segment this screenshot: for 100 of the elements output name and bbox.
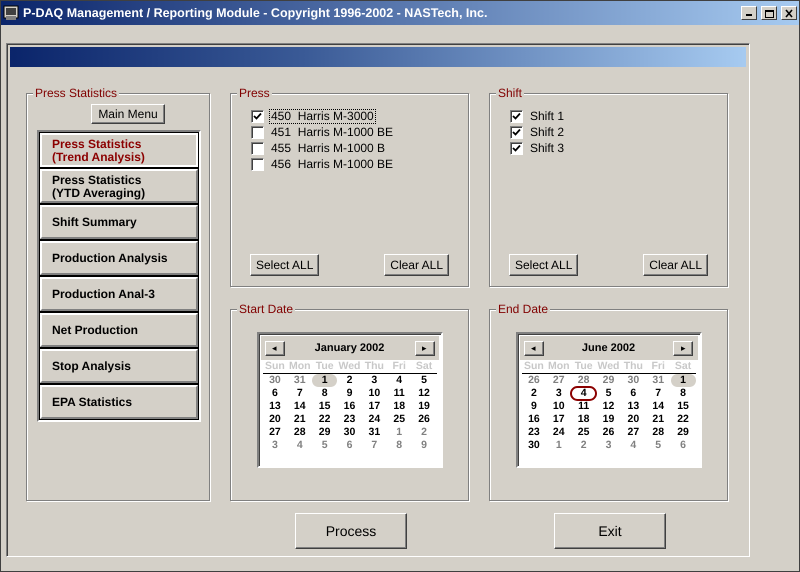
calendar-day[interactable]: 7 <box>646 387 671 400</box>
calendar-day[interactable]: 28 <box>287 426 312 439</box>
calendar-day[interactable]: 30 <box>337 426 362 439</box>
calendar-day[interactable]: 20 <box>620 413 646 426</box>
calendar-day[interactable]: 29 <box>596 374 621 387</box>
checkbox-label[interactable]: 450 Harris M-3000 <box>269 108 376 124</box>
calendar-day[interactable]: 3 <box>546 387 572 400</box>
calendar-day[interactable]: 12 <box>596 400 621 413</box>
calendar-day[interactable]: 6 <box>620 387 646 400</box>
calendar-day[interactable]: 14 <box>287 400 312 413</box>
menu-item[interactable]: Press Statistics (YTD Averaging) <box>40 169 198 203</box>
calendar-day[interactable]: 4 <box>386 374 412 387</box>
calendar-day[interactable]: 25 <box>386 413 412 426</box>
calendar-day[interactable]: 31 <box>287 374 312 387</box>
checkbox[interactable] <box>251 126 264 138</box>
calendar-day[interactable]: 3 <box>262 439 288 452</box>
calendar-day[interactable]: 8 <box>312 387 338 400</box>
calendar-day[interactable]: 13 <box>262 400 288 413</box>
calendar-day[interactable]: 22 <box>312 413 338 426</box>
calendar-day[interactable]: 10 <box>362 387 387 400</box>
calendar-day[interactable]: 11 <box>386 387 412 400</box>
select-all-button[interactable]: Select ALL <box>509 254 578 276</box>
calendar-day[interactable]: 13 <box>620 400 646 413</box>
calendar-day[interactable]: 2 <box>571 439 596 452</box>
calendar-day[interactable]: 23 <box>337 413 362 426</box>
checkbox-label[interactable]: 456 Harris M-1000 BE <box>269 156 396 172</box>
calendar-day[interactable]: 19 <box>412 400 436 413</box>
calendar-day[interactable]: 9 <box>522 400 546 413</box>
calendar-day[interactable]: 7 <box>362 439 387 452</box>
checkbox-label[interactable]: Shift 3 <box>528 140 566 156</box>
calendar-day[interactable]: 30 <box>620 374 646 387</box>
calendar-day[interactable]: 5 <box>312 439 338 452</box>
next-month-button[interactable]: ▸ <box>414 340 434 356</box>
menu-item[interactable]: EPA Statistics <box>40 385 198 419</box>
calendar-day[interactable]: 12 <box>412 387 436 400</box>
calendar-day[interactable]: 10 <box>546 400 572 413</box>
calendar-day[interactable]: 2 <box>522 387 546 400</box>
clear-all-button[interactable]: Clear ALL <box>384 254 449 276</box>
calendar-day[interactable]: 28 <box>646 426 671 439</box>
calendar-day[interactable]: 11 <box>571 400 596 413</box>
calendar-day[interactable]: 27 <box>620 426 646 439</box>
calendar-day[interactable]: 5 <box>646 439 671 452</box>
calendar-day[interactable]: 26 <box>522 374 546 387</box>
calendar-day[interactable]: 31 <box>362 426 387 439</box>
checkbox[interactable] <box>251 110 264 122</box>
checkbox[interactable] <box>510 126 523 138</box>
exit-button[interactable]: Exit <box>554 513 666 549</box>
calendar-day[interactable]: 20 <box>262 413 288 426</box>
calendar-day[interactable]: 5 <box>596 387 621 400</box>
calendar-day[interactable]: 28 <box>571 374 596 387</box>
previous-month-button[interactable]: ◂ <box>264 340 284 356</box>
calendar-day[interactable]: 9 <box>337 387 362 400</box>
clear-all-button[interactable]: Clear ALL <box>643 254 708 276</box>
calendar-day[interactable]: 17 <box>362 400 387 413</box>
calendar-day[interactable]: 14 <box>646 400 671 413</box>
calendar-day[interactable]: 23 <box>522 426 546 439</box>
calendar-day[interactable]: 21 <box>646 413 671 426</box>
checkbox[interactable] <box>510 110 523 122</box>
calendar-day[interactable]: 6 <box>262 387 288 400</box>
calendar-day[interactable]: 1 <box>670 374 696 387</box>
calendar-day[interactable]: 18 <box>386 400 412 413</box>
calendar-day[interactable]: 2 <box>412 426 436 439</box>
calendar-day[interactable]: 6 <box>670 439 696 452</box>
calendar-day[interactable]: 29 <box>312 426 338 439</box>
calendar-day[interactable]: 16 <box>522 413 546 426</box>
calendar-day[interactable]: 26 <box>596 426 621 439</box>
menu-item[interactable]: Stop Analysis <box>40 349 198 383</box>
minimize-button[interactable] <box>741 6 757 20</box>
checkbox[interactable] <box>251 142 264 154</box>
close-button[interactable] <box>781 6 797 20</box>
calendar-day[interactable]: 24 <box>546 426 572 439</box>
checkbox-label[interactable]: 455 Harris M-1000 B <box>269 140 388 156</box>
maximize-button[interactable] <box>761 6 777 20</box>
calendar-day[interactable]: 16 <box>337 400 362 413</box>
calendar-day[interactable]: 15 <box>312 400 338 413</box>
checkbox-label[interactable]: Shift 2 <box>528 124 566 140</box>
menu-item[interactable]: Production Anal-3 <box>40 277 198 311</box>
menu-item[interactable]: Net Production <box>40 313 198 347</box>
calendar-day[interactable]: 31 <box>646 374 671 387</box>
calendar-day[interactable]: 21 <box>287 413 312 426</box>
calendar-day[interactable]: 25 <box>571 426 596 439</box>
select-all-button[interactable]: Select ALL <box>250 254 320 276</box>
menu-item[interactable]: Press Statistics (Trend Analysis) <box>40 133 198 167</box>
calendar-day[interactable]: 3 <box>362 374 387 387</box>
calendar-day[interactable]: 9 <box>412 439 436 452</box>
calendar-day[interactable]: 19 <box>596 413 621 426</box>
checkbox[interactable] <box>510 142 523 154</box>
calendar-day[interactable]: 30 <box>522 439 546 452</box>
calendar-day[interactable]: 27 <box>546 374 572 387</box>
calendar-day[interactable]: 8 <box>670 387 696 400</box>
menu-item[interactable]: Production Analysis <box>40 241 198 275</box>
calendar-day[interactable]: 15 <box>670 400 696 413</box>
calendar-day[interactable]: 7 <box>287 387 312 400</box>
checkbox-label[interactable]: Shift 1 <box>528 108 566 124</box>
calendar-day[interactable]: 26 <box>412 413 436 426</box>
calendar-day[interactable]: 1 <box>386 426 412 439</box>
calendar-day[interactable]: 17 <box>546 413 572 426</box>
calendar-day[interactable]: 3 <box>596 439 621 452</box>
calendar-day[interactable]: 5 <box>412 374 436 387</box>
calendar-day[interactable]: 4 <box>287 439 312 452</box>
